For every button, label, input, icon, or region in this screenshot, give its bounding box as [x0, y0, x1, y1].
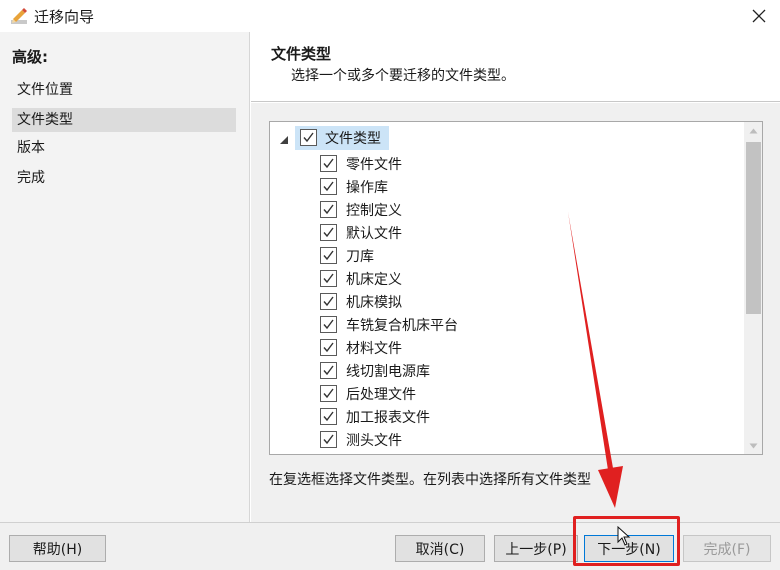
- checkmark-icon: [323, 296, 334, 307]
- tree-item-label: 加工报表文件: [346, 410, 430, 426]
- back-button[interactable]: 上一步(P): [494, 535, 578, 562]
- window-title: 迁移向导: [34, 8, 95, 26]
- checkmark-icon: [323, 273, 334, 284]
- tree-item-label: 车铣复合机床平台: [346, 318, 458, 334]
- item-checkbox[interactable]: [320, 362, 337, 379]
- help-button[interactable]: 帮助(H): [9, 535, 106, 562]
- vertical-scrollbar[interactable]: [744, 122, 762, 454]
- tree-item[interactable]: 机床模拟: [320, 290, 520, 313]
- checkmark-icon: [323, 411, 334, 422]
- title-bar: 迁移向导: [0, 0, 780, 32]
- item-checkbox[interactable]: [320, 293, 337, 310]
- nav-item-file-location[interactable]: 文件位置: [12, 78, 236, 102]
- tree-item-label: 零件文件: [346, 157, 402, 173]
- tree-item-label: 线切割电源库: [346, 364, 430, 380]
- tree-item[interactable]: 机床定义: [320, 267, 520, 290]
- tree-root: 文件类型: [270, 126, 750, 150]
- nav-item-file-types[interactable]: 文件类型: [12, 108, 236, 132]
- wizard-footer: 帮助(H) 取消(C) 上一步(P) 下一步(N) 完成(F): [0, 522, 780, 570]
- tree-item-label: 操作库: [346, 180, 388, 196]
- checkmark-icon: [323, 434, 334, 445]
- tree-item[interactable]: 刀库: [320, 244, 520, 267]
- nav-heading: 高级:: [12, 48, 48, 66]
- nav-item-finish[interactable]: 完成: [12, 166, 236, 190]
- page-subtitle: 选择一个或多个要迁移的文件类型。: [291, 68, 515, 84]
- checkmark-icon: [323, 342, 334, 353]
- mouse-cursor-icon: [617, 526, 631, 546]
- item-checkbox[interactable]: [320, 431, 337, 448]
- scrollbar-thumb[interactable]: [746, 142, 761, 314]
- checkmark-icon: [323, 319, 334, 330]
- tree-item[interactable]: 后处理文件: [320, 382, 520, 405]
- tree-item[interactable]: 默认文件: [320, 221, 520, 244]
- item-checkbox[interactable]: [320, 270, 337, 287]
- wizard-nav-pane: 高级: 文件位置 文件类型 版本 完成: [0, 32, 250, 522]
- file-type-tree[interactable]: 文件类型 零件文件 操作库 控制定义 默认文件 刀库 机床定义 机床模拟 车铣复…: [269, 121, 763, 455]
- checkmark-icon: [323, 227, 334, 238]
- tree-item[interactable]: 线切割电源库: [320, 359, 520, 382]
- checkmark-icon: [303, 132, 314, 143]
- root-checkbox[interactable]: [300, 129, 317, 146]
- tree-item[interactable]: 车铣复合机床平台: [320, 313, 520, 336]
- close-button[interactable]: [744, 2, 774, 30]
- instruction-text: 在复选框选择文件类型。在列表中选择所有文件类型: [269, 472, 591, 488]
- tree-item[interactable]: 测头文件: [320, 428, 520, 451]
- tree-item-label: 刀库: [346, 249, 374, 265]
- tree-root-label: 文件类型: [325, 131, 381, 147]
- collapse-triangle-icon[interactable]: [279, 133, 289, 144]
- item-checkbox[interactable]: [320, 316, 337, 333]
- tree-item-label: 机床定义: [346, 272, 402, 288]
- page-title: 文件类型: [271, 45, 332, 63]
- item-checkbox[interactable]: [320, 247, 337, 264]
- tree-item[interactable]: 加工报表文件: [320, 405, 520, 428]
- scroll-up-arrow-icon[interactable]: [744, 122, 762, 139]
- item-checkbox[interactable]: [320, 155, 337, 172]
- page-header: 文件类型 选择一个或多个要迁移的文件类型。: [251, 32, 780, 102]
- checkmark-icon: [323, 181, 334, 192]
- tree-item[interactable]: 零件文件: [320, 152, 520, 175]
- checkmark-icon: [323, 158, 334, 169]
- nav-item-version[interactable]: 版本: [12, 136, 236, 160]
- item-checkbox[interactable]: [320, 339, 337, 356]
- item-checkbox[interactable]: [320, 224, 337, 241]
- pencil-icon: [9, 6, 29, 26]
- item-checkbox[interactable]: [320, 385, 337, 402]
- tree-item[interactable]: 材料文件: [320, 336, 520, 359]
- tree-root-selection[interactable]: 文件类型: [295, 126, 389, 150]
- checkmark-icon: [323, 204, 334, 215]
- finish-button[interactable]: 完成(F): [683, 535, 771, 562]
- tree-item[interactable]: 操作库: [320, 175, 520, 198]
- scroll-down-arrow-icon[interactable]: [744, 437, 762, 454]
- tree-item-label: 默认文件: [346, 226, 402, 242]
- tree-item-label: 机床模拟: [346, 295, 402, 311]
- item-checkbox[interactable]: [320, 201, 337, 218]
- item-checkbox[interactable]: [320, 408, 337, 425]
- cancel-button[interactable]: 取消(C): [395, 535, 485, 562]
- tree-item-label: 控制定义: [346, 203, 402, 219]
- item-checkbox[interactable]: [320, 178, 337, 195]
- tree-item-label: 材料文件: [346, 341, 402, 357]
- tree-item[interactable]: 控制定义: [320, 198, 520, 221]
- checkmark-icon: [323, 388, 334, 399]
- tree-item-label: 测头文件: [346, 433, 402, 449]
- tree-item-label: 后处理文件: [346, 387, 416, 403]
- checkmark-icon: [323, 365, 334, 376]
- checkmark-icon: [323, 250, 334, 261]
- close-icon: [752, 9, 766, 23]
